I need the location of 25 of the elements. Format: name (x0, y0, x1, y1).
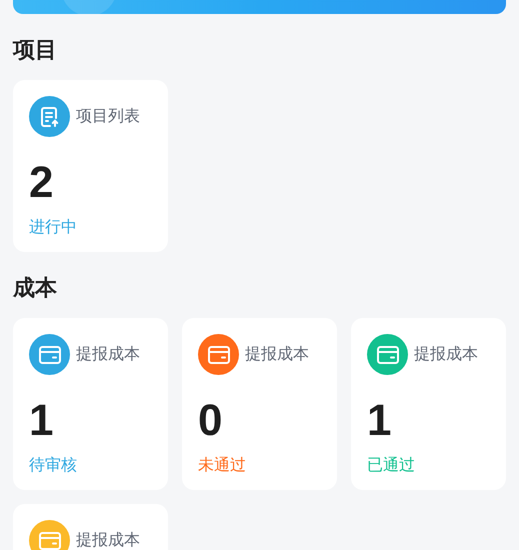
wallet-icon (38, 344, 62, 364)
wallet-icon (206, 344, 230, 364)
status-label: 已通过 (367, 456, 415, 476)
status-label: 未通过 (198, 456, 246, 476)
wallet-icon (376, 344, 400, 364)
card-label: 提报成本 (76, 532, 140, 548)
wallet-icon (38, 530, 62, 550)
status-label: 进行中 (29, 218, 77, 238)
card-label: 项目列表 (76, 108, 140, 124)
card-label: 提报成本 (414, 346, 478, 362)
count-value: 2 (29, 158, 54, 208)
card-label: 提报成本 (76, 346, 140, 362)
card-label: 提报成本 (245, 346, 309, 362)
stat-card[interactable]: 提报成本 (13, 504, 168, 550)
stat-card[interactable]: 项目列表 2 进行中 (13, 80, 168, 252)
document-icon (40, 106, 60, 128)
section-title: 项目 (13, 36, 57, 64)
count-value: 0 (198, 396, 222, 446)
section-title: 成本 (13, 274, 57, 302)
count-value: 1 (367, 396, 392, 446)
status-label: 待审核 (29, 456, 77, 476)
stat-card[interactable]: 提报成本 0 未通过 (182, 318, 337, 490)
count-value: 1 (29, 396, 54, 446)
stat-card[interactable]: 提报成本 1 待审核 (13, 318, 168, 490)
stat-card[interactable]: 提报成本 1 已通过 (351, 318, 506, 490)
